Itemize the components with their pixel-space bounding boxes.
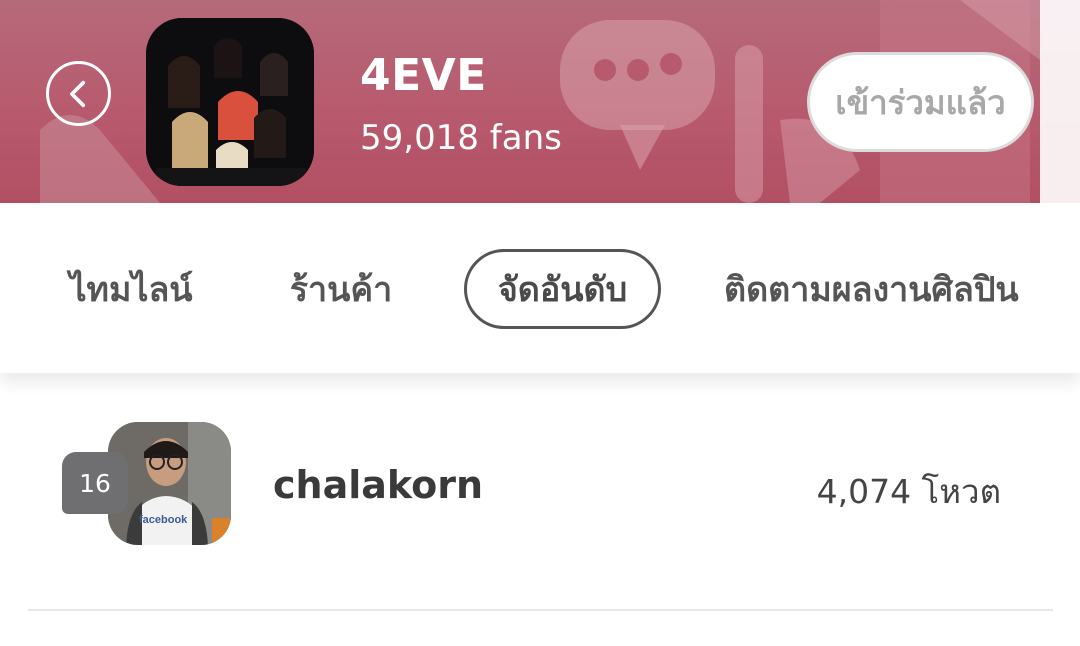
tab-shop[interactable]: ร้านค้า [272, 249, 410, 329]
username: chalakorn [273, 463, 484, 507]
joined-button[interactable]: เข้าร่วมแล้ว [807, 52, 1034, 152]
group-avatar [146, 18, 314, 186]
ranking-row[interactable]: facebook 16 chalakorn 4,074 โหวต [28, 373, 1053, 611]
vote-count: 4,074 โหวต [816, 472, 1001, 511]
svg-text:facebook: facebook [139, 514, 188, 526]
fanclub-header: 4EVE 59,018 fans เข้าร่วมแล้ว [0, 0, 1080, 203]
rank-badge: 16 [62, 452, 128, 514]
group-photo-image [146, 18, 314, 186]
tab-bar: ไทมไลน์ ร้านค้า จัดอันดับ ติดตามผลงานศิล… [0, 203, 1080, 373]
chevron-left-icon [69, 80, 85, 107]
tab-timeline[interactable]: ไทมไลน์ [56, 249, 206, 329]
back-button[interactable] [46, 61, 111, 126]
tab-follow-artist-works[interactable]: ติดตามผลงานศิลปิน [724, 249, 1070, 329]
group-name: 4EVE [360, 50, 487, 101]
fan-count: 59,018 fans [360, 118, 562, 158]
tab-ranking[interactable]: จัดอันดับ [464, 249, 661, 329]
